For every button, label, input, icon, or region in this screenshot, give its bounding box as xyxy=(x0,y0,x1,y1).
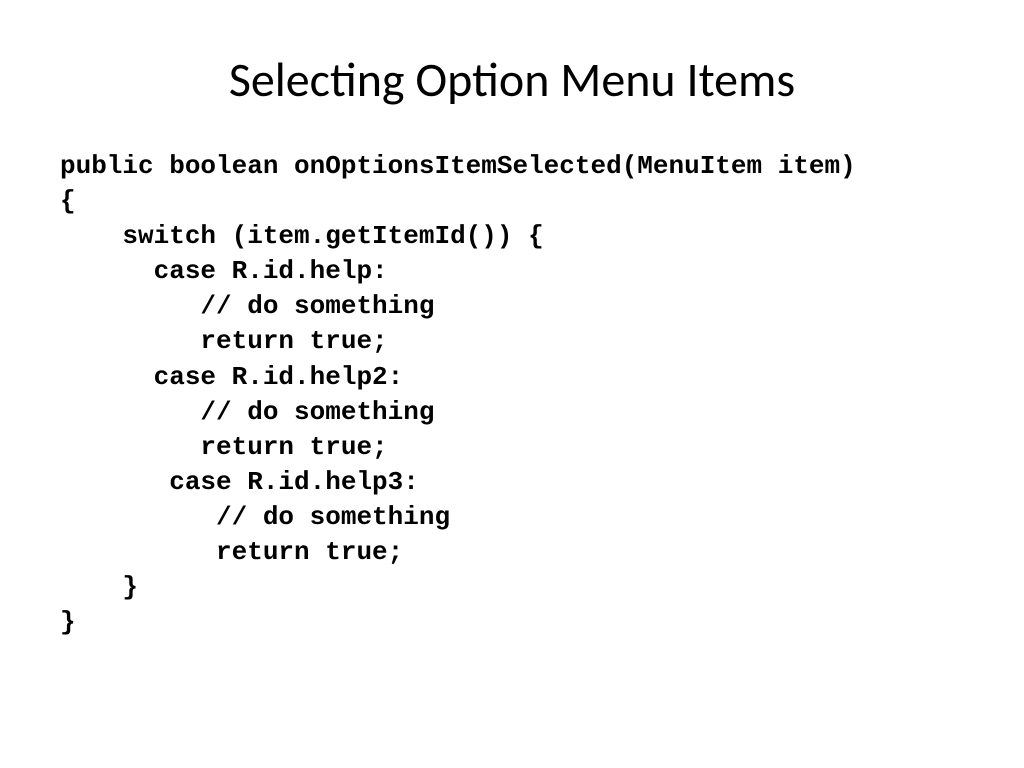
slide-container: Selecting Option Menu Items public boole… xyxy=(0,0,1024,768)
slide-title: Selecting Option Menu Items xyxy=(60,50,964,109)
code-block: public boolean onOptionsItemSelected(Men… xyxy=(60,149,964,640)
